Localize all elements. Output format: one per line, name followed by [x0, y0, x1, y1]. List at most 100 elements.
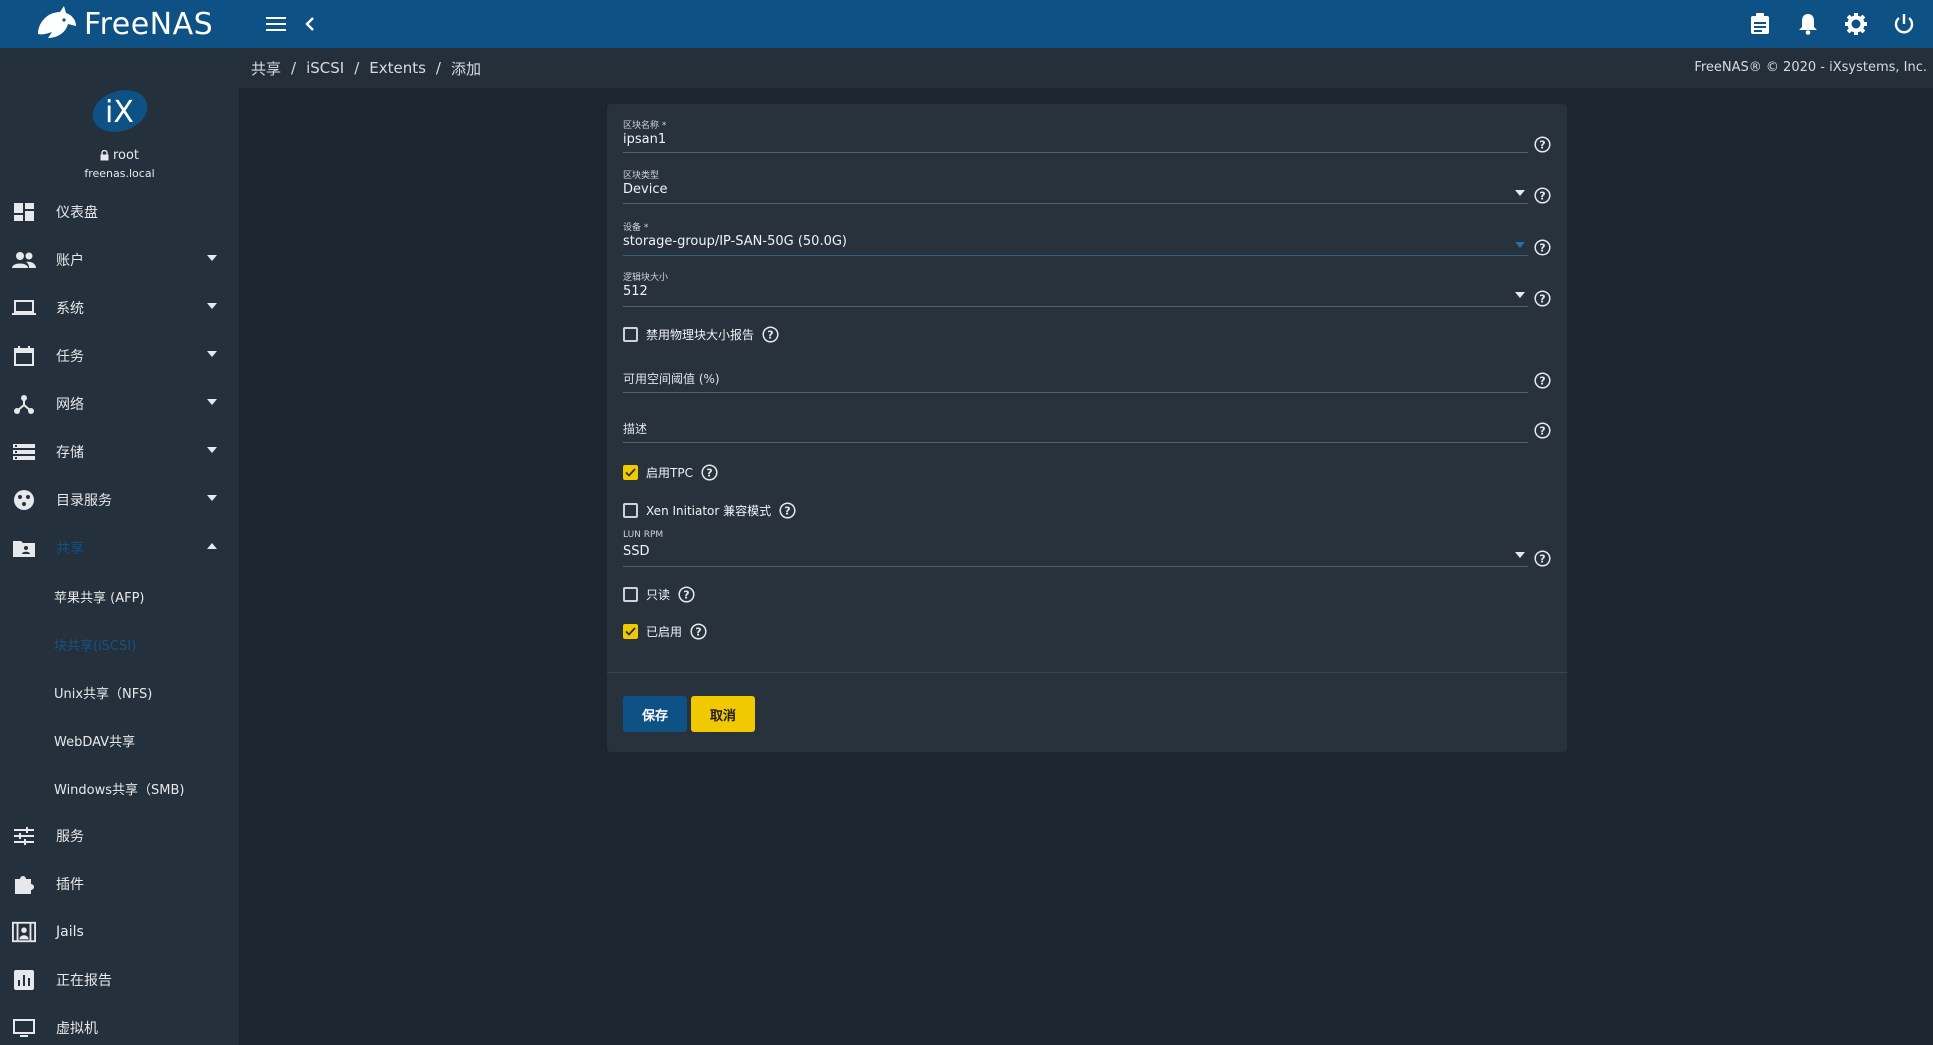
- block-size-select[interactable]: 逻辑块大小 512 ?: [623, 270, 1551, 310]
- alerts-button[interactable]: [1791, 7, 1825, 41]
- bar-chart-icon: [12, 968, 36, 992]
- help-icon[interactable]: ?: [1534, 136, 1551, 153]
- nav-storage[interactable]: 存储: [0, 428, 239, 476]
- power-button[interactable]: [1887, 7, 1921, 41]
- nav-dashboard[interactable]: 仪表盘: [0, 188, 239, 236]
- nav-jails[interactable]: Jails: [0, 908, 239, 956]
- nav-sub-nfs[interactable]: Unix共享（NFS): [0, 668, 239, 716]
- storage-icon: [12, 440, 36, 464]
- nav-directory-services[interactable]: 目录服务: [0, 476, 239, 524]
- help-icon[interactable]: ?: [678, 585, 695, 603]
- nav-network[interactable]: 网络: [0, 380, 239, 428]
- nav-jails-label: Jails: [56, 924, 84, 940]
- chevron-left-icon: [305, 17, 314, 31]
- description-placeholder: 描述: [623, 422, 648, 436]
- nav-sharing-label: 共享: [56, 541, 84, 557]
- help-icon[interactable]: ?: [1534, 239, 1551, 256]
- breadcrumb-extents[interactable]: Extents: [369, 59, 426, 77]
- help-icon[interactable]: ?: [1534, 290, 1551, 307]
- help-icon[interactable]: ?: [1534, 187, 1551, 204]
- lun-rpm-value[interactable]: SSD: [623, 544, 1551, 562]
- nav-accounts[interactable]: 账户: [0, 236, 239, 284]
- menu-toggle-button[interactable]: [259, 7, 293, 41]
- help-icon[interactable]: ?: [1534, 550, 1551, 567]
- description-input[interactable]: 描述 ?: [623, 420, 1551, 450]
- user-name-text: root: [112, 148, 140, 163]
- device-select[interactable]: 设备 * storage-group/IP-SAN-50G (50.0G) ?: [623, 220, 1551, 260]
- nav-plugins[interactable]: 插件: [0, 860, 239, 908]
- dropdown-arrow-icon[interactable]: [1515, 552, 1525, 558]
- device-underline: [623, 255, 1528, 256]
- lun-rpm-select[interactable]: LUN RPM SSD ?: [623, 530, 1551, 570]
- block-size-value[interactable]: 512: [623, 284, 1551, 302]
- power-icon: [1894, 14, 1914, 34]
- caret-down-icon: [207, 447, 217, 453]
- nav-sub-smb[interactable]: Windows共享（SMB): [0, 764, 239, 812]
- help-icon[interactable]: ?: [1534, 422, 1551, 439]
- svg-text:?: ?: [683, 588, 689, 601]
- save-button[interactable]: 保存: [623, 696, 687, 732]
- extent-form-card: 区块名称 * ipsan1 ? 区块类型 Device ? 设备 * stora…: [607, 104, 1567, 752]
- caret-down-icon: [207, 255, 217, 261]
- nav-vm[interactable]: 虚拟机: [0, 1004, 239, 1045]
- dropdown-arrow-icon[interactable]: [1515, 242, 1525, 248]
- menu-icon: [266, 17, 286, 31]
- nav-tasks[interactable]: 任务: [0, 332, 239, 380]
- device-label: 设备 *: [623, 223, 649, 233]
- breadcrumb-sharing[interactable]: 共享: [251, 58, 281, 79]
- caret-up-icon: [207, 543, 217, 549]
- enable-tpc-row: 启用TPC ?: [623, 462, 718, 482]
- extent-type-value[interactable]: Device: [623, 182, 1551, 200]
- svg-text:?: ?: [1539, 139, 1545, 152]
- nav-sub-webdav[interactable]: WebDAV共享: [0, 716, 239, 764]
- help-icon[interactable]: ?: [1534, 372, 1551, 389]
- help-icon[interactable]: ?: [690, 622, 707, 640]
- readonly-checkbox[interactable]: [623, 586, 638, 602]
- dropdown-arrow-icon[interactable]: [1515, 292, 1525, 298]
- nav-sub-afp[interactable]: 苹果共享 (AFP): [0, 572, 239, 620]
- extent-type-underline: [623, 203, 1528, 204]
- readonly-label: 只读: [646, 587, 671, 602]
- enabled-row: 已启用 ?: [623, 621, 707, 641]
- nav-storage-label: 存储: [56, 445, 84, 461]
- nav-vm-label: 虚拟机: [56, 1021, 98, 1037]
- svg-text:?: ?: [1539, 553, 1545, 566]
- nav-network-label: 网络: [56, 397, 84, 413]
- cancel-button[interactable]: 取消: [691, 696, 755, 732]
- description-underline: [623, 442, 1528, 443]
- dropdown-arrow-icon[interactable]: [1515, 190, 1525, 196]
- xen-compat-row: Xen Initiator 兼容模式 ?: [623, 500, 796, 520]
- puzzle-icon: [12, 872, 36, 896]
- extent-name-label: 区块名称 *: [623, 121, 667, 131]
- freenas-logo[interactable]: FreeNAS: [0, 0, 239, 48]
- tasks-button[interactable]: [1743, 7, 1777, 41]
- help-icon[interactable]: ?: [762, 325, 779, 343]
- help-icon[interactable]: ?: [701, 463, 718, 481]
- nav-services[interactable]: 服务: [0, 812, 239, 860]
- nav-sharing[interactable]: 共享: [0, 524, 239, 572]
- enabled-checkbox[interactable]: [623, 623, 638, 639]
- extent-type-select[interactable]: 区块类型 Device ?: [623, 168, 1551, 208]
- breadcrumb-separator: /: [291, 59, 297, 77]
- extent-name-field[interactable]: 区块名称 * ipsan1 ?: [623, 118, 1551, 158]
- xen-compat-checkbox[interactable]: [623, 502, 638, 518]
- brand-name: FreeNAS: [84, 6, 214, 42]
- nav-system[interactable]: 系统: [0, 284, 239, 332]
- clipboard-icon: [1751, 13, 1769, 34]
- nav-reporting[interactable]: 正在报告: [0, 956, 239, 1004]
- nav-tasks-label: 任务: [56, 349, 84, 365]
- nav-sub-iscsi[interactable]: 块共享(iSCSI): [0, 620, 239, 668]
- user-panel: iX root freenas.local: [0, 48, 239, 188]
- settings-button[interactable]: [1839, 7, 1873, 41]
- breadcrumb-iscsi[interactable]: iSCSI: [306, 59, 344, 77]
- threshold-underline: [623, 392, 1528, 393]
- enable-tpc-checkbox[interactable]: [623, 464, 638, 480]
- xen-compat-label: Xen Initiator 兼容模式: [646, 503, 772, 518]
- collapse-sidebar-button[interactable]: [293, 7, 327, 41]
- threshold-input[interactable]: 可用空间阈值 (%) ?: [623, 370, 1551, 400]
- freenas-shark-icon: [38, 6, 76, 38]
- device-value[interactable]: storage-group/IP-SAN-50G (50.0G): [623, 234, 1551, 252]
- extent-name-input[interactable]: ipsan1: [623, 132, 1551, 150]
- help-icon[interactable]: ?: [779, 501, 796, 519]
- disable-physical-block-checkbox[interactable]: [623, 326, 638, 342]
